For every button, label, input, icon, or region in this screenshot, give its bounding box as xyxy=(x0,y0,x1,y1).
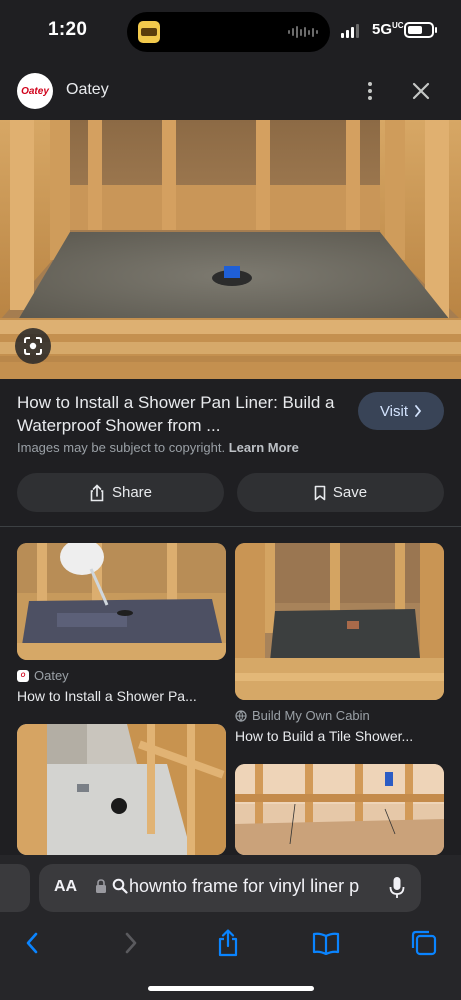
oatey-logo: Oatey xyxy=(17,73,53,109)
address-text[interactable]: hownto frame for vinyl liner p xyxy=(129,876,377,897)
audio-wave-icon xyxy=(288,25,318,39)
share-icon[interactable] xyxy=(214,929,242,957)
copyright-text: Images may be subject to copyright. xyxy=(17,440,226,455)
learn-more-link[interactable]: Learn More xyxy=(229,440,299,455)
google-lens-icon[interactable] xyxy=(15,328,51,364)
share-label: Share xyxy=(111,484,153,501)
related-thumb-shower-pan[interactable] xyxy=(17,543,226,660)
network-type: 5GUC xyxy=(372,21,404,38)
address-bar[interactable]: AA hownto frame for vinyl liner p xyxy=(39,864,421,912)
save-button[interactable]: Save xyxy=(237,473,444,512)
result-header: Oatey Oatey xyxy=(0,62,461,120)
lock-icon xyxy=(96,879,106,893)
share-button[interactable]: Share xyxy=(17,473,224,512)
related-source-2: Build My Own Cabin xyxy=(235,708,370,723)
vertical-ellipsis-icon[interactable] xyxy=(358,77,382,105)
battery-icon xyxy=(404,22,437,38)
source-name[interactable]: Oatey xyxy=(66,81,109,99)
related-title-2[interactable]: How to Build a Tile Shower... xyxy=(235,728,444,744)
microphone-icon[interactable] xyxy=(389,876,405,900)
share-icon xyxy=(90,483,104,501)
copyright-notice: Images may be subject to copyright. Lear… xyxy=(17,440,299,455)
home-indicator xyxy=(148,986,314,991)
previous-tab-preview[interactable] xyxy=(0,864,30,912)
chevron-right-icon xyxy=(415,405,422,417)
reader-aa-button[interactable]: AA xyxy=(54,878,77,896)
back-icon[interactable] xyxy=(18,929,46,957)
visit-button[interactable]: Visit xyxy=(358,392,444,430)
dynamic-island xyxy=(127,12,330,52)
related-thumb-tile-shower[interactable] xyxy=(235,543,444,700)
bookmark-icon xyxy=(314,485,326,500)
safari-toolbar: AA hownto frame for vinyl liner p xyxy=(0,855,461,1000)
status-time: 1:20 xyxy=(48,19,88,40)
related-thumb-frame-diagram[interactable] xyxy=(235,764,444,855)
oatey-favicon: O xyxy=(17,669,29,682)
related-source-1: O Oatey xyxy=(17,668,69,683)
related-title-1[interactable]: How to Install a Shower Pa... xyxy=(17,688,226,704)
section-divider xyxy=(0,526,461,527)
tabs-icon[interactable] xyxy=(410,929,438,957)
forward-icon[interactable] xyxy=(117,929,145,957)
save-label: Save xyxy=(332,484,368,501)
cellular-signal-icon xyxy=(341,24,359,38)
globe-icon xyxy=(235,709,247,722)
search-icon xyxy=(112,878,128,894)
status-bar: 1:20 5GUC xyxy=(0,0,461,62)
visit-label: Visit xyxy=(379,402,409,420)
result-title[interactable]: How to Install a Shower Pan Liner: Build… xyxy=(17,391,347,437)
bookmarks-icon[interactable] xyxy=(312,929,340,957)
related-source-name: Oatey xyxy=(34,668,69,683)
close-icon[interactable] xyxy=(408,78,434,104)
live-activity-app-icon xyxy=(138,21,160,43)
related-source-name: Build My Own Cabin xyxy=(252,708,370,723)
related-thumb-framing[interactable] xyxy=(17,724,226,855)
hero-image[interactable] xyxy=(0,120,461,379)
